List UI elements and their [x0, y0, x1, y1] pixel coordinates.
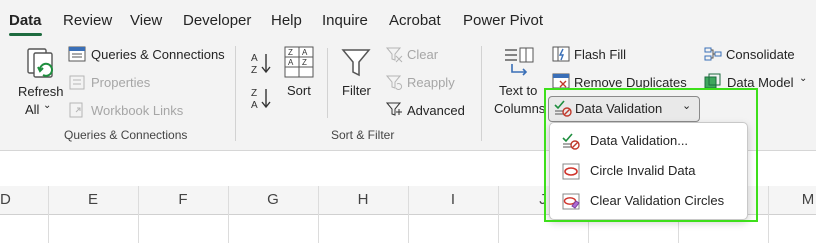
highlight-frame [544, 88, 758, 222]
clear-filter-icon [386, 47, 403, 63]
queries-connections-icon [68, 46, 86, 62]
queries-group-label: Queries & Connections [64, 128, 188, 142]
clear-label: Clear [407, 47, 439, 62]
tab-developer[interactable]: Developer [183, 12, 251, 29]
tab-help[interactable]: Help [271, 12, 302, 29]
column-header[interactable]: D [0, 186, 11, 214]
advanced-filter-icon [386, 102, 402, 116]
text-to-columns-icon [505, 47, 534, 76]
group-divider [235, 46, 236, 141]
tab-inquire[interactable]: Inquire [322, 12, 368, 29]
tab-power-pivot[interactable]: Power Pivot [463, 12, 543, 29]
svg-text:A: A [288, 58, 294, 67]
sort-label: Sort [287, 83, 311, 98]
flash-fill-icon [552, 46, 570, 62]
advanced-label: Advanced [407, 103, 465, 118]
text-to-label: Text to [499, 83, 538, 98]
svg-text:Z: Z [251, 65, 257, 76]
divider [327, 48, 328, 118]
refresh-all-icon [27, 48, 53, 78]
flash-fill-label: Flash Fill [574, 47, 627, 62]
tab-data[interactable]: Data [9, 12, 42, 29]
reapply-icon [386, 75, 403, 91]
svg-text:Z: Z [251, 88, 257, 99]
properties-icon [69, 75, 85, 90]
workbook-links-label: Workbook Links [91, 103, 184, 118]
queries-connections-label: Queries & Connections [91, 47, 225, 62]
svg-text:Z: Z [302, 58, 307, 67]
column-header[interactable]: I [408, 186, 498, 214]
data-model-icon [704, 73, 721, 89]
column-header[interactable]: M [800, 186, 816, 214]
gridline [768, 186, 769, 243]
sort-filter-group-label: Sort & Filter [331, 128, 395, 142]
remove-duplicates-icon [552, 73, 570, 89]
svg-text:A: A [251, 53, 258, 64]
sort-icon: Z A A Z [284, 46, 314, 78]
refresh-label: Refresh [18, 84, 64, 99]
filter-label: Filter [342, 83, 371, 98]
sort-z-to-a-icon[interactable]: Z A [250, 85, 272, 111]
group-divider [481, 46, 482, 141]
ribbon-tabs: Data Review View Developer Help Inquire … [0, 0, 816, 40]
workbook-links-icon [69, 102, 83, 118]
svg-text:A: A [251, 100, 258, 111]
column-header[interactable]: G [228, 186, 318, 214]
columns-label: Columns [494, 101, 546, 116]
reapply-label: Reapply [407, 75, 455, 90]
consolidate-icon [704, 47, 722, 61]
refresh-sub-label: All [25, 102, 40, 117]
chevron-down-icon: ⌄ [799, 73, 808, 84]
column-header[interactable]: E [48, 186, 138, 214]
tab-acrobat[interactable]: Acrobat [389, 12, 441, 29]
consolidate-label: Consolidate [726, 47, 795, 62]
svg-text:A: A [302, 48, 308, 57]
properties-label: Properties [91, 75, 151, 90]
column-header[interactable]: H [318, 186, 408, 214]
svg-text:Z: Z [288, 48, 293, 57]
tab-view[interactable]: View [130, 12, 162, 29]
chevron-down-icon: ⌄ [43, 100, 52, 111]
active-tab-indicator [9, 33, 42, 36]
sort-a-to-z-icon[interactable]: A Z [250, 50, 272, 76]
tab-review[interactable]: Review [63, 12, 112, 29]
column-header[interactable]: F [138, 186, 228, 214]
filter-icon [341, 49, 371, 77]
